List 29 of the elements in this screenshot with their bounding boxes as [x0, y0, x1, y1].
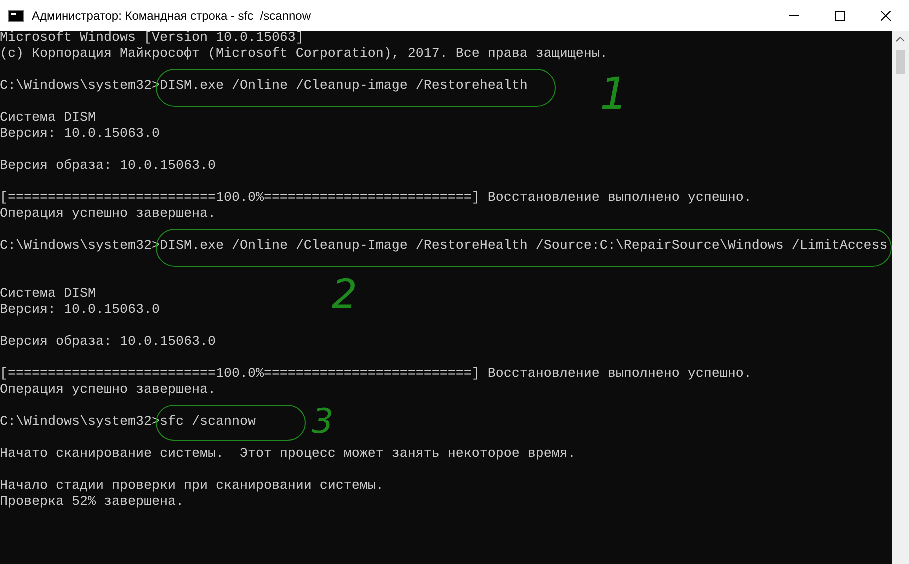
console-output-line: Microsoft Windows [Version 10.0.15063] — [0, 31, 304, 47]
maximize-icon — [835, 10, 845, 20]
console-output-line: (c) Корпорация Майкрософт (Microsoft Corporation), 2017. Все права защищены. — [0, 47, 608, 63]
console-output-line: Версия образа: 10.0.15063.0 — [0, 159, 216, 175]
handwritten-number: 3 — [312, 405, 334, 439]
window-title: Администратор: Командная строка - sfc /scannow — [32, 8, 311, 24]
close-icon — [881, 10, 891, 20]
scroll-up-icon — [896, 37, 905, 42]
minimize-icon — [789, 15, 799, 16]
console-output-line: Начато сканирование системы. Этот процесс может занять некоторое время. — [0, 447, 576, 463]
console-command: sfc /scannow — [160, 415, 256, 430]
console-output-line: Версия образа: 10.0.15063.0 — [0, 335, 216, 351]
scrollbar-thumb[interactable] — [896, 50, 905, 74]
console-output-line: Версия: 10.0.15063.0 — [0, 303, 160, 319]
console-output-line: Система DISM — [0, 111, 96, 127]
console-output-line: Операция успешно завершена. — [0, 207, 216, 223]
console-app-icon — [8, 10, 24, 22]
console-output-line: [==========================100.0%==========================] Восстановление выполнено успешно. — [0, 191, 752, 207]
console-output-line: Операция успешно завершена. — [0, 383, 216, 399]
scrollbar[interactable] — [892, 31, 909, 564]
console-output-line: Версия: 10.0.15063.0 — [0, 127, 160, 143]
console-output-line: Начало стадии проверки при сканировании системы. — [0, 479, 384, 495]
console-command: DISM.exe /Online /Cleanup-Image /RestoreHealth /Source:C:\RepairSource\Windows /LimitAccess — [160, 239, 888, 254]
handwritten-number: 1 — [600, 73, 628, 117]
console-output-line: [==========================100.0%==========================] Восстановление выполнено успешно. — [0, 367, 752, 383]
console-output-line: Проверка 52% завершена. — [0, 495, 184, 511]
handwritten-number: 2 — [332, 275, 358, 315]
console-output-line: Система DISM — [0, 287, 96, 303]
console-command: DISM.exe /Online /Cleanup-image /Restorehealth — [160, 79, 528, 94]
